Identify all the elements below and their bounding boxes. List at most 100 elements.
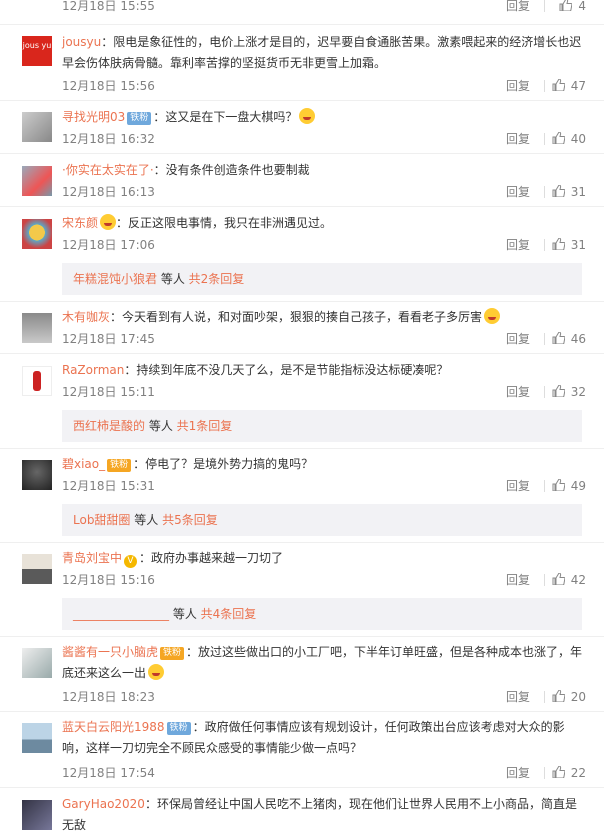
comment-time: 12月18日 17:54 bbox=[62, 766, 155, 780]
divider bbox=[0, 100, 604, 101]
like-count: 40 bbox=[570, 132, 586, 146]
reply-button[interactable]: 回复 bbox=[506, 570, 530, 590]
sub-reply-count[interactable]: 共1条回复 bbox=[177, 419, 233, 433]
reply-button[interactable]: 回复 bbox=[506, 763, 530, 783]
comment-time: 12月18日 15:55 bbox=[62, 0, 155, 13]
like-button[interactable]: 32 bbox=[552, 382, 586, 402]
reply-button[interactable]: 回复 bbox=[506, 129, 530, 149]
laugh-emoji-icon bbox=[299, 108, 316, 124]
username[interactable]: GaryHao2020 bbox=[62, 797, 145, 811]
reply-button[interactable]: 回复 bbox=[506, 182, 530, 202]
comment-text: 这又是在下一盘大棋吗？ bbox=[165, 110, 298, 124]
comment-time: 12月18日 16:13 bbox=[62, 185, 155, 199]
sub-replies-bar[interactable]: 年糕混饨小狼君 等人 共2条回复 bbox=[62, 263, 582, 295]
avatar[interactable] bbox=[22, 648, 52, 678]
laugh-emoji-icon bbox=[484, 308, 501, 324]
divider bbox=[544, 133, 545, 145]
like-button[interactable]: 49 bbox=[552, 476, 586, 496]
comment-meta: 12月18日 17:06 回复 31 bbox=[62, 235, 586, 255]
username[interactable]: 青岛刘宝中 bbox=[62, 551, 122, 565]
comment-body: RaZorman：持续到年底不没几天了么，是不是节能指标没达标硬凑呢？ bbox=[62, 363, 449, 377]
sub-replies-bar[interactable]: ________________ 等人 共4条回复 bbox=[62, 598, 582, 630]
divider bbox=[0, 24, 604, 25]
sub-reply-users[interactable]: Lob甜甜圈 bbox=[73, 513, 130, 527]
comment-time: 12月18日 18:23 bbox=[62, 690, 155, 704]
like-button[interactable]: 22 bbox=[552, 763, 586, 783]
divider bbox=[0, 448, 604, 449]
sub-reply-users[interactable]: 年糕混饨小狼君 bbox=[73, 272, 157, 286]
reply-button[interactable]: 回复 bbox=[506, 382, 530, 402]
reply-button[interactable]: 回复 bbox=[506, 687, 530, 707]
like-button[interactable]: 31 bbox=[552, 182, 586, 202]
comment-time: 12月18日 15:11 bbox=[62, 385, 155, 399]
sub-reply-users[interactable]: 西红柿是酸的 bbox=[73, 419, 145, 433]
username[interactable]: RaZorman bbox=[62, 363, 124, 377]
comment-time: 12月18日 15:16 bbox=[62, 573, 155, 587]
divider bbox=[544, 691, 545, 703]
comment-body: GaryHao2020：环保局曾经让中国人民吃不上猪肉，现在他们让世界人民用不上… bbox=[62, 797, 577, 832]
reply-button[interactable]: 回复 bbox=[506, 329, 530, 349]
like-button[interactable]: 40 bbox=[552, 129, 586, 149]
reply-button[interactable]: 回复 bbox=[506, 235, 530, 255]
username[interactable]: 蓝天白云阳光1988 bbox=[62, 720, 165, 734]
sub-reply-count[interactable]: 共4条回复 bbox=[201, 607, 257, 621]
avatar[interactable] bbox=[22, 219, 52, 249]
like-button[interactable]: 20 bbox=[552, 687, 586, 707]
username[interactable]: 寻找光明03 bbox=[62, 110, 125, 124]
reply-button[interactable]: 回复 bbox=[506, 476, 530, 496]
like-button[interactable]: 4 bbox=[559, 0, 586, 16]
avatar[interactable] bbox=[22, 800, 52, 830]
username[interactable]: 碧xiao_ bbox=[62, 457, 105, 471]
like-button[interactable]: 46 bbox=[552, 329, 586, 349]
sub-replies-bar[interactable]: 西红柿是酸的 等人 共1条回复 bbox=[62, 410, 582, 442]
thumb-up-icon bbox=[559, 0, 573, 11]
divider bbox=[544, 574, 545, 586]
avatar[interactable] bbox=[22, 366, 52, 396]
comment-body: 宋东颜 ：反正这限电事情，我只在非洲遇见过。 bbox=[62, 214, 333, 230]
like-button[interactable]: 42 bbox=[552, 570, 586, 590]
comment-time: 12月18日 17:45 bbox=[62, 332, 155, 346]
like-count: 47 bbox=[570, 79, 586, 93]
fan-badge: 铁粉 bbox=[166, 722, 191, 735]
like-button[interactable]: 47 bbox=[552, 76, 586, 96]
reply-button[interactable]: 回复 bbox=[506, 0, 530, 16]
username[interactable]: 木有咖灰 bbox=[62, 310, 110, 324]
sub-reply-count[interactable]: 共5条回复 bbox=[162, 513, 218, 527]
fan-badge: 铁粉 bbox=[107, 459, 132, 472]
sub-replies-bar[interactable]: Lob甜甜圈 等人 共5条回复 bbox=[62, 504, 582, 536]
divider bbox=[0, 353, 604, 354]
like-count: 22 bbox=[570, 766, 586, 780]
avatar[interactable] bbox=[22, 554, 52, 584]
thumb-up-icon bbox=[552, 332, 565, 344]
username[interactable]: ·你实在太实在了· bbox=[62, 163, 154, 177]
avatar[interactable] bbox=[22, 723, 52, 753]
divider bbox=[544, 767, 545, 779]
avatar[interactable] bbox=[22, 313, 52, 343]
sub-reply-users[interactable]: ________________ bbox=[73, 607, 169, 621]
divider bbox=[544, 480, 545, 492]
divider bbox=[544, 0, 545, 12]
thumb-up-icon bbox=[552, 690, 565, 702]
comment-text: 今天看到有人说，和对面吵架，狠狠的揍自己孩子，看看老子多厉害 bbox=[122, 310, 483, 324]
thumb-up-icon bbox=[552, 479, 565, 491]
divider bbox=[0, 301, 604, 302]
like-button[interactable]: 31 bbox=[552, 235, 586, 255]
vip-crown-icon: V bbox=[124, 555, 138, 568]
like-count: 32 bbox=[570, 385, 586, 399]
avatar[interactable] bbox=[22, 112, 52, 142]
reply-button[interactable]: 回复 bbox=[506, 76, 530, 96]
username[interactable]: 宋东颜 bbox=[62, 216, 98, 230]
sub-reply-count[interactable]: 共2条回复 bbox=[189, 272, 245, 286]
avatar[interactable] bbox=[22, 460, 52, 490]
fan-badge: 铁粉 bbox=[160, 647, 185, 660]
comment-meta: 12月18日 15:56 回复 47 bbox=[62, 76, 586, 96]
thumb-up-icon bbox=[552, 185, 565, 197]
avatar[interactable] bbox=[22, 166, 52, 196]
like-count: 31 bbox=[570, 238, 586, 252]
laugh-emoji-icon bbox=[100, 214, 117, 230]
username[interactable]: jousyu bbox=[62, 35, 101, 49]
divider bbox=[544, 239, 545, 251]
username[interactable]: 酱酱有一只小脑虎 bbox=[62, 645, 158, 659]
like-count: 49 bbox=[570, 479, 586, 493]
avatar[interactable]: jous yu bbox=[22, 36, 52, 66]
